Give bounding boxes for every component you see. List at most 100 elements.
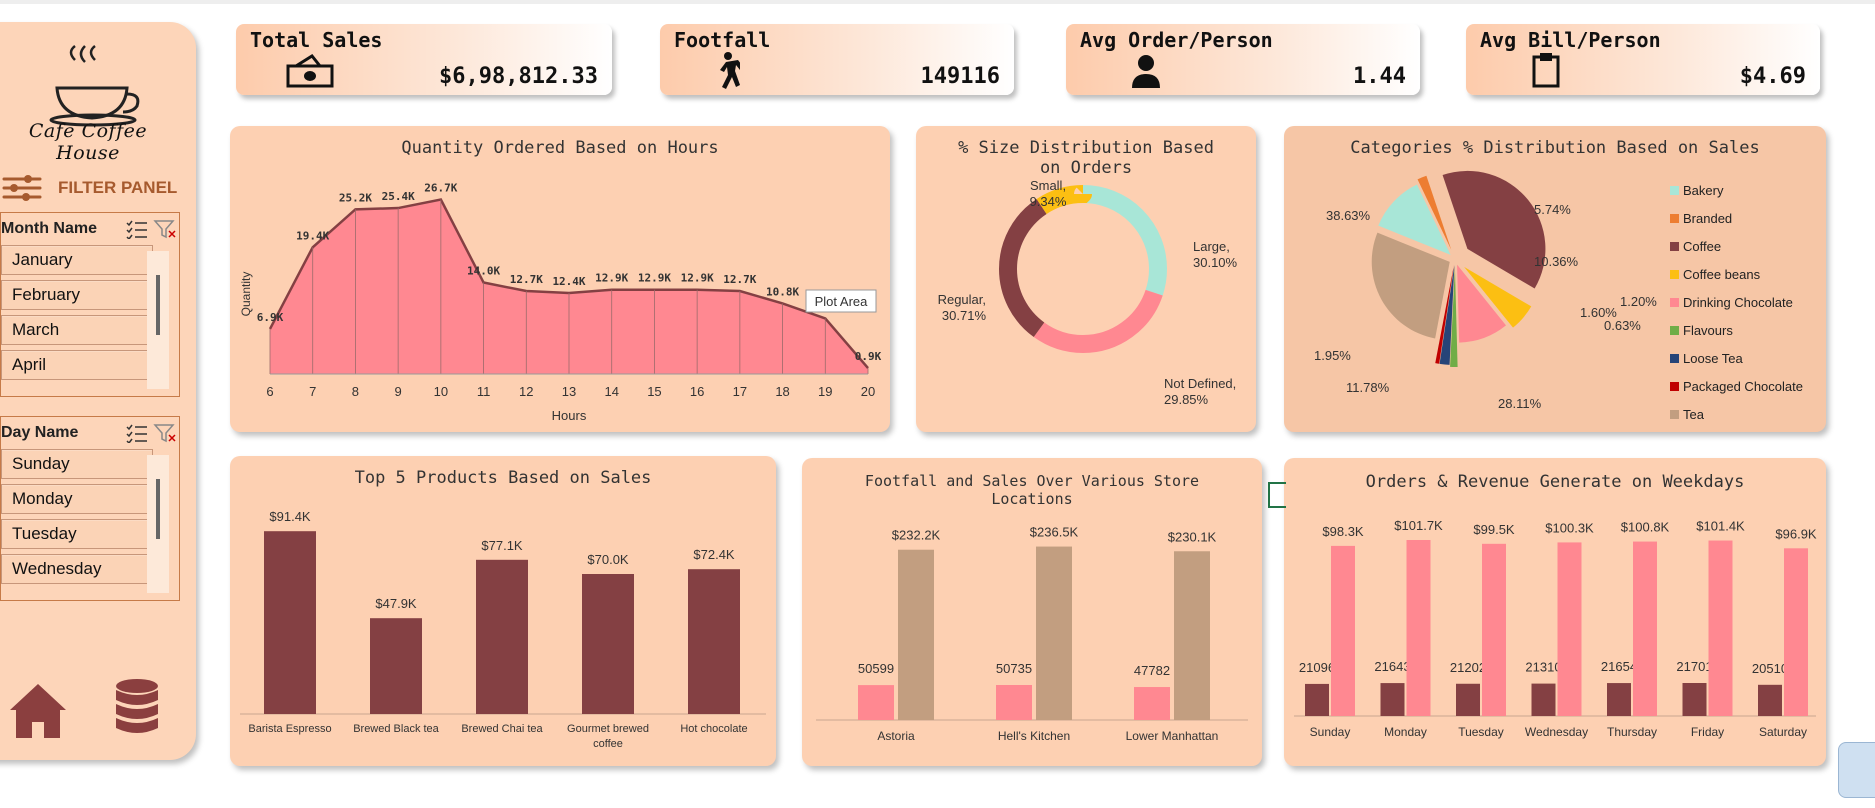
bar-orders xyxy=(1456,683,1480,716)
day-slicer: Day Name Sunday Monday Tuesday Wednesday xyxy=(0,416,180,601)
category-label: Brewed Black tea xyxy=(353,723,439,735)
kpi-avg-bill: Avg Bill/Person $4.69 xyxy=(1466,24,1820,95)
legend-item: Packaged Chocolate xyxy=(1670,372,1803,400)
data-label: 0.9K xyxy=(855,350,882,363)
month-slicer-title: Month Name xyxy=(1,220,97,237)
weekdays-chart-panel[interactable]: Orders & Revenue Generate on Weekdays 21… xyxy=(1284,458,1826,766)
bar-value-label: $47.9K xyxy=(375,596,417,611)
data-label: 10.8K xyxy=(766,285,799,298)
legend-label: Packaged Chocolate xyxy=(1683,378,1803,394)
hours-area-chart: 6.9K 6 19.4K 7 25.2K 8 25.4K 9 26.7K 10 14.0K 11 12.… xyxy=(239,182,882,423)
slicer-item-february[interactable]: February xyxy=(1,280,153,310)
hours-chart-panel[interactable]: Quantity Ordered Based on Hours 6.9K 6 19.… xyxy=(230,126,890,432)
scroll-thumb[interactable] xyxy=(156,275,160,335)
home-icon[interactable] xyxy=(6,680,70,740)
legend-label: Coffee beans xyxy=(1683,266,1761,282)
slicer-item-tuesday[interactable]: Tuesday xyxy=(1,519,153,549)
bar-orders xyxy=(1607,683,1631,716)
category-label: Saturday xyxy=(1759,725,1807,739)
bar-value-label: 21202 xyxy=(1450,660,1486,675)
logo-text: Cafe Coffee House xyxy=(28,120,148,164)
slicer-item-january[interactable]: January xyxy=(1,245,153,275)
bar xyxy=(370,618,422,714)
quick-analysis-button[interactable] xyxy=(1838,742,1875,798)
slicer-item-april[interactable]: April xyxy=(1,350,153,380)
x-tick-label: 9 xyxy=(395,384,402,399)
legend-swatch xyxy=(1670,297,1679,307)
kpi-value: 1.44 xyxy=(1353,64,1406,89)
month-slicer-scrollbar[interactable] xyxy=(147,251,169,389)
clear-filter-icon[interactable] xyxy=(153,423,177,443)
slice-label: 28.11% xyxy=(1498,396,1542,411)
bar-revenue xyxy=(1708,540,1733,716)
database-icon[interactable] xyxy=(112,678,162,738)
selected-cell-indicator[interactable] xyxy=(1268,482,1286,508)
slice-label: 5.74% xyxy=(1534,202,1571,217)
day-slicer-scrollbar[interactable] xyxy=(147,455,169,593)
category-label: Lower Manhattan xyxy=(1126,729,1219,743)
bar-value-label: $77.1K xyxy=(481,538,523,553)
category-label: coffee xyxy=(593,738,623,750)
kpi-value: $6,98,812.33 xyxy=(439,64,598,89)
clear-filter-icon[interactable] xyxy=(153,219,177,239)
x-tick-label: 14 xyxy=(604,384,618,399)
multi-select-icon[interactable] xyxy=(125,423,149,443)
window-top-border xyxy=(0,0,1875,4)
kpi-value: 149116 xyxy=(920,64,1000,89)
bar-revenue xyxy=(1482,543,1506,716)
legend-label: Tea xyxy=(1683,406,1704,422)
data-label: 12.7K xyxy=(723,273,756,286)
slicer-item-sunday[interactable]: Sunday xyxy=(1,449,153,479)
sliders-icon xyxy=(2,175,42,201)
data-label: 12.4K xyxy=(552,275,585,288)
top5-chart-panel[interactable]: Top 5 Products Based on Sales $91.4K Bari… xyxy=(230,456,776,766)
legend-swatch xyxy=(1670,185,1679,195)
categories-chart-panel[interactable]: Categories % Distribution Based on Sales… xyxy=(1284,126,1826,432)
top5-bar-chart: $91.4K Barista Espresso $47.9K Brewed Black… xyxy=(240,509,766,750)
bar-value-label: $99.5K xyxy=(1473,522,1515,537)
bar-sales xyxy=(1174,551,1210,720)
slicer-item-march[interactable]: March xyxy=(1,315,153,345)
stores-chart-panel[interactable]: Footfall and Sales Over Various Store Lo… xyxy=(802,458,1262,766)
x-tick-label: 7 xyxy=(309,384,316,399)
category-label: Friday xyxy=(1691,725,1724,739)
bar-orders xyxy=(1531,683,1556,716)
multi-select-icon[interactable] xyxy=(125,219,149,239)
bar-value-label: $101.7K xyxy=(1394,518,1443,533)
kpi-title: Total Sales xyxy=(250,28,383,52)
data-label: 26.7K xyxy=(424,182,457,195)
bar-value-label: 47782 xyxy=(1134,663,1170,678)
bar-orders xyxy=(1380,683,1405,716)
category-label: Sunday xyxy=(1310,725,1351,739)
kpi-footfall: Footfall 149116 xyxy=(660,24,1014,95)
legend-label: Branded xyxy=(1683,210,1733,226)
data-label: 6.9K xyxy=(257,311,284,324)
bar-footfall xyxy=(1134,687,1170,720)
bar-revenue xyxy=(1406,540,1431,716)
slicer-item-monday[interactable]: Monday xyxy=(1,484,153,514)
slice-label: Large, xyxy=(1193,239,1230,254)
legend-item: Drinking Chocolate xyxy=(1670,288,1803,316)
x-axis-title: Hours xyxy=(552,408,587,423)
kpi-total-sales: Total Sales $6,98,812.33 xyxy=(236,24,612,95)
scroll-thumb[interactable] xyxy=(156,479,160,539)
slicer-item-wednesday[interactable]: Wednesday xyxy=(1,554,153,584)
x-tick-label: 15 xyxy=(647,384,661,399)
slice-label: 30.71% xyxy=(942,308,987,323)
slice-label: 30.10% xyxy=(1193,255,1238,270)
y-axis-title: Quantity xyxy=(239,272,253,317)
bar-value-label: $232.2K xyxy=(892,528,941,543)
legend-swatch xyxy=(1670,269,1679,279)
legend-label: Coffee xyxy=(1683,238,1722,254)
size-donut-chart: Large,30.10% Not Defined,29.85% Regular,30… xyxy=(938,178,1238,407)
legend-swatch xyxy=(1670,241,1679,251)
slice-label: 0.63% xyxy=(1604,318,1641,333)
category-label: Hell's Kitchen xyxy=(998,729,1070,743)
x-tick-label: 8 xyxy=(352,384,359,399)
bar-revenue xyxy=(1633,541,1657,716)
size-chart-panel[interactable]: % Size Distribution Based on Orders Larg… xyxy=(916,126,1256,432)
filter-panel-header: FILTER PANEL xyxy=(2,174,177,202)
bar-revenue xyxy=(1784,548,1808,716)
legend-item: Flavours xyxy=(1670,316,1803,344)
nav-icons xyxy=(0,672,180,742)
